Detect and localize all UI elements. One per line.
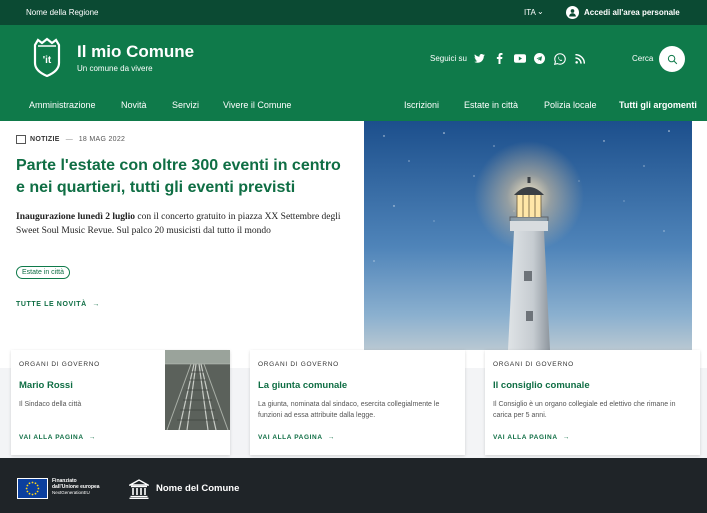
- card-giunta[interactable]: ORGANI DI GOVERNO La giunta comunale La …: [250, 350, 465, 455]
- card-consiglio[interactable]: ORGANI DI GOVERNO Il consiglio comunale …: [485, 350, 700, 455]
- twitter-icon[interactable]: [473, 52, 486, 65]
- calendar-icon: [16, 135, 26, 144]
- card-description: Il Consiglio è un organo collegiale ed e…: [493, 401, 676, 419]
- news-category: NOTIZIE: [30, 136, 60, 143]
- footer-municipality-name[interactable]: Nome del Comune: [156, 483, 239, 494]
- nav-item-vivere-il-comune[interactable]: Vivere il Comune: [223, 100, 291, 110]
- site-header: 'it Il mio Comune Un comune da vivere Se…: [0, 25, 707, 121]
- youtube-icon[interactable]: [513, 52, 526, 65]
- card-link-label: VAI ALLA PAGINA: [258, 434, 323, 441]
- card-tag: ORGANI DI GOVERNO: [258, 361, 339, 368]
- nav-item-tutti-gli-argomenti[interactable]: Tutti gli argomenti: [619, 100, 697, 110]
- card-link[interactable]: VAI ALLA PAGINA →: [258, 434, 335, 441]
- card-description: La giunta, nominata dal sindaco, esercit…: [258, 401, 440, 419]
- card-link[interactable]: VAI ALLA PAGINA →: [493, 434, 570, 441]
- rss-icon[interactable]: [573, 52, 586, 65]
- card-title[interactable]: Mario Rossi: [19, 380, 73, 391]
- meta-separator: —: [65, 136, 73, 143]
- site-subtitle: Un comune da vivere: [77, 64, 153, 73]
- news-excerpt: Inaugurazione lunedì 2 luglio con il con…: [16, 210, 346, 238]
- municipality-building-icon: [127, 479, 151, 504]
- language-selector[interactable]: ITA: [524, 8, 536, 17]
- all-news-link[interactable]: TUTTE LE NOVITÀ →: [16, 301, 100, 308]
- facebook-icon[interactable]: [493, 52, 506, 65]
- topic-chip[interactable]: Estate in città: [16, 266, 71, 279]
- eu-flag-icon: [17, 478, 48, 499]
- social-label: Seguici su: [430, 54, 467, 63]
- card-description: Il Sindaco della città: [19, 401, 82, 408]
- telegram-icon[interactable]: [533, 52, 546, 65]
- arrow-right-icon: →: [92, 301, 100, 308]
- railway-image: [165, 350, 230, 430]
- lighthouse-image: [364, 121, 692, 350]
- excerpt-bold: Inaugurazione lunedì 2 luglio: [16, 212, 136, 222]
- chevron-down-icon: ⌄: [537, 7, 544, 16]
- nav-item-polizia-locale[interactable]: Polizia locale: [544, 100, 597, 110]
- search-button[interactable]: [659, 46, 685, 72]
- all-news-label: TUTTE LE NOVITÀ: [16, 301, 87, 308]
- news-headline[interactable]: Parte l'estate con oltre 300 eventi in c…: [16, 155, 351, 199]
- news-date: 18 MAG 2022: [78, 136, 126, 143]
- region-link[interactable]: Nome della Regione: [26, 8, 99, 17]
- site-title[interactable]: Il mio Comune: [77, 42, 194, 62]
- news-meta: NOTIZIE — 18 MAG 2022: [16, 135, 125, 144]
- card-tag: ORGANI DI GOVERNO: [19, 361, 100, 368]
- whatsapp-icon[interactable]: [553, 52, 566, 65]
- user-icon: [566, 6, 579, 19]
- search-icon: [667, 54, 677, 64]
- nav-item-amministrazione[interactable]: Amministrazione: [29, 100, 96, 110]
- arrow-right-icon: →: [88, 434, 96, 441]
- nav-item-novita[interactable]: Novità: [121, 100, 147, 110]
- comune-logo-icon[interactable]: 'it: [32, 37, 62, 82]
- nav-item-iscrizioni[interactable]: Iscrizioni: [404, 100, 439, 110]
- card-tag: ORGANI DI GOVERNO: [493, 361, 574, 368]
- card-link-label: VAI ALLA PAGINA: [493, 434, 558, 441]
- card-title[interactable]: La giunta comunale: [258, 380, 347, 391]
- card-title[interactable]: Il consiglio comunale: [493, 380, 590, 391]
- card-link-label: VAI ALLA PAGINA: [19, 434, 84, 441]
- search-label: Cerca: [632, 54, 654, 63]
- top-bar: Nome della Regione ITA ⌄ Accedi all'area…: [0, 0, 707, 25]
- eu-funding-text: Finanziato dall'Unione europea NextGener…: [52, 478, 100, 496]
- card-link[interactable]: VAI ALLA PAGINA →: [19, 434, 96, 441]
- logo-text: 'it: [43, 55, 52, 66]
- nav-item-servizi[interactable]: Servizi: [172, 100, 199, 110]
- social-links: [473, 52, 586, 65]
- eu-line-3: NextGenerationEU: [52, 490, 90, 495]
- login-button[interactable]: Accedi all'area personale: [566, 5, 680, 20]
- login-label: Accedi all'area personale: [584, 8, 680, 17]
- nav-item-estate-in-citta[interactable]: Estate in città: [464, 100, 518, 110]
- card-sindaco[interactable]: ORGANI DI GOVERNO Mario Rossi Il Sindaco…: [11, 350, 230, 455]
- site-footer: Finanziato dall'Unione europea NextGener…: [0, 458, 707, 513]
- arrow-right-icon: →: [562, 434, 570, 441]
- arrow-right-icon: →: [327, 434, 335, 441]
